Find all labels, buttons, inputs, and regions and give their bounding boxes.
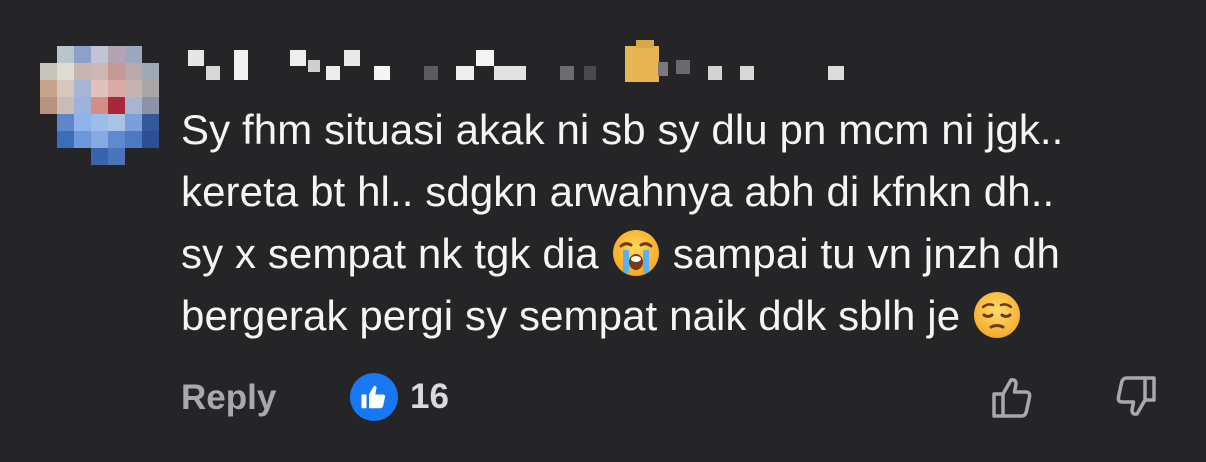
comment-body: Sy fhm situasi akak ni sb sy dlu pn mcm … <box>181 99 1181 347</box>
reaction-count: 16 <box>410 377 449 416</box>
pensive-face-icon <box>974 291 1021 338</box>
comment: Sy fhm situasi akak ni sb sy dlu pn mcm … <box>0 0 1206 462</box>
author-name-redacted[interactable] <box>188 40 868 84</box>
comment-line-3a: sy x sempat nk tgk dia <box>181 230 599 277</box>
reply-button[interactable]: Reply <box>181 378 276 418</box>
comment-line-2: kereta bt hl.. sdgkn arwahnya abh di kfn… <box>181 168 1055 215</box>
like-icon <box>350 373 398 421</box>
comment-line-4a: bergerak pergi sy sempat naik ddk sblh j… <box>181 292 961 339</box>
thumbs-down-outline-icon[interactable] <box>1109 372 1159 422</box>
comment-line-3b: sampai tu vn jnzh dh <box>672 230 1060 277</box>
thumbs-up-outline-icon[interactable] <box>989 372 1039 422</box>
comment-line-3: sy x sempat nk tgk dia sampai tu vn jnzh… <box>181 223 1181 285</box>
comment-line-1: Sy fhm situasi akak ni sb sy dlu pn mcm … <box>181 106 1064 153</box>
avatar[interactable] <box>40 46 160 166</box>
loudly-crying-face-icon <box>612 229 659 276</box>
comment-line-4: bergerak pergi sy sempat naik ddk sblh j… <box>181 285 1181 347</box>
reaction-summary[interactable]: 16 <box>350 372 449 422</box>
